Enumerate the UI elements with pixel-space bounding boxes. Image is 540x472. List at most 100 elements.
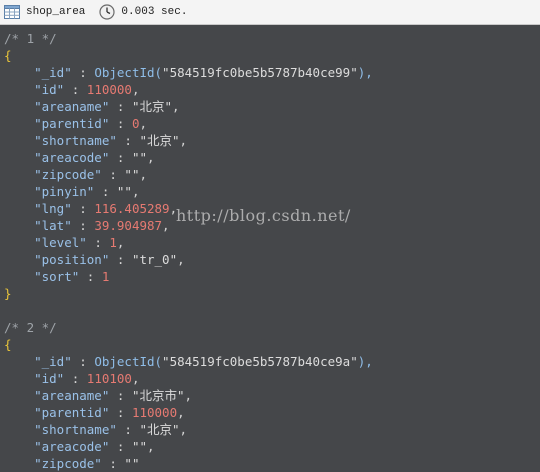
code-token: {: [4, 48, 12, 63]
code-token: ,: [184, 388, 193, 403]
code-token: "584519fc0be5b5787b40ce99": [162, 65, 358, 80]
code-token: ),: [357, 65, 373, 80]
watermark: http://blog.csdn.net/: [176, 206, 351, 225]
code-token: "北京": [139, 133, 180, 148]
code-line: "parentid" : 110000,: [0, 404, 540, 421]
code-token: "": [124, 456, 140, 471]
code-token: ObjectId(: [94, 65, 163, 80]
code-line: "areaname" : "北京",: [0, 98, 540, 115]
code-line: "id" : 110100,: [0, 370, 540, 387]
code-token: ObjectId(: [94, 354, 163, 369]
code-token: ,: [139, 167, 148, 182]
code-token: "_id": [4, 354, 72, 369]
code-line: "shortname" : "北京",: [0, 132, 540, 149]
code-line: "position" : "tr_0",: [0, 251, 540, 268]
code-token: }: [4, 286, 12, 301]
code-token: ,: [131, 371, 140, 386]
code-token: 39.904987: [94, 218, 163, 233]
code-token: 110000: [86, 82, 132, 97]
code-token: :: [101, 456, 125, 471]
code-token: "lat": [4, 218, 72, 233]
code-token: "_id": [4, 65, 72, 80]
code-line: "areacode" : "",: [0, 149, 540, 166]
elapsed-time: 0.003 sec.: [121, 6, 188, 18]
code-token: "北京": [131, 99, 172, 114]
code-token: :: [94, 184, 117, 199]
code-token: :: [64, 82, 87, 97]
code-token: "id": [4, 82, 65, 97]
code-line: /* 2 */: [0, 319, 540, 336]
code-line: "level" : 1,: [0, 234, 540, 251]
code-token: ,: [139, 116, 147, 131]
code-token: /* 2 */: [4, 320, 57, 335]
code-token: 1: [109, 235, 117, 250]
code-token: ),: [357, 354, 373, 369]
code-token: "tr_0": [131, 252, 178, 267]
clock-icon: [99, 4, 116, 20]
code-token: :: [109, 150, 132, 165]
code-token: 110000: [131, 405, 178, 420]
code-token: :: [109, 439, 132, 454]
code-token: ,: [116, 235, 125, 250]
code-token: 116.405289: [94, 201, 170, 216]
code-token: "areacode": [4, 150, 110, 165]
code-token: "shortname": [4, 422, 117, 437]
code-token: ,: [147, 150, 155, 165]
code-line: {: [0, 336, 540, 353]
code-token: :: [109, 388, 132, 403]
code-token: :: [86, 235, 110, 250]
code-token: "position": [4, 252, 110, 267]
code-token: "parentid": [4, 405, 110, 420]
code-token: "北京市": [131, 388, 185, 403]
code-token: "": [124, 167, 140, 182]
code-token: ,: [179, 422, 188, 437]
query-toolbar: shop_area 0.003 sec.: [0, 0, 540, 25]
json-result-viewer[interactable]: /* 1 */{ "_id" : ObjectId("584519fc0be5b…: [0, 25, 540, 472]
code-token: 110100: [86, 371, 132, 386]
code-token: :: [116, 422, 140, 437]
code-line: {: [0, 47, 540, 64]
code-token: "shortname": [4, 133, 117, 148]
code-token: ,: [131, 82, 140, 97]
code-token: "parentid": [4, 116, 110, 131]
code-token: :: [109, 99, 132, 114]
code-token: :: [71, 354, 95, 369]
code-token: :: [71, 65, 95, 80]
code-line: "pinyin" : "",: [0, 183, 540, 200]
code-token: :: [109, 405, 132, 420]
code-line: "id" : 110000,: [0, 81, 540, 98]
code-token: :: [109, 252, 132, 267]
code-token: "": [116, 184, 132, 199]
code-token: {: [4, 337, 12, 352]
code-token: ,: [131, 184, 140, 199]
code-line: "areacode" : "",: [0, 438, 540, 455]
code-token: "zipcode": [4, 167, 102, 182]
code-line: "zipcode" : "": [0, 455, 540, 472]
code-token: ,: [147, 439, 155, 454]
code-token: :: [109, 116, 132, 131]
code-token: /* 1 */: [4, 31, 57, 46]
code-token: "level": [4, 235, 87, 250]
code-token: "lng": [4, 201, 72, 216]
code-token: "areacode": [4, 439, 110, 454]
code-token: :: [79, 269, 102, 284]
code-line: "shortname" : "北京",: [0, 421, 540, 438]
code-token: ,: [162, 218, 170, 233]
code-line: "areaname" : "北京市",: [0, 387, 540, 404]
code-token: "": [131, 439, 147, 454]
code-token: ,: [179, 133, 188, 148]
code-token: ,: [177, 252, 185, 267]
code-token: :: [71, 218, 95, 233]
code-line: "parentid" : 0,: [0, 115, 540, 132]
code-line: "sort" : 1: [0, 268, 540, 285]
code-token: "584519fc0be5b5787b40ce9a": [162, 354, 358, 369]
code-token: :: [101, 167, 125, 182]
code-line: /* 1 */: [0, 30, 540, 47]
collection-name: shop_area: [26, 6, 86, 18]
code-line: }: [0, 285, 540, 302]
code-token: ,: [172, 99, 180, 114]
code-line: "_id" : ObjectId("584519fc0be5b5787b40ce…: [0, 353, 540, 370]
code-token: "北京": [139, 422, 180, 437]
code-token: :: [71, 201, 95, 216]
